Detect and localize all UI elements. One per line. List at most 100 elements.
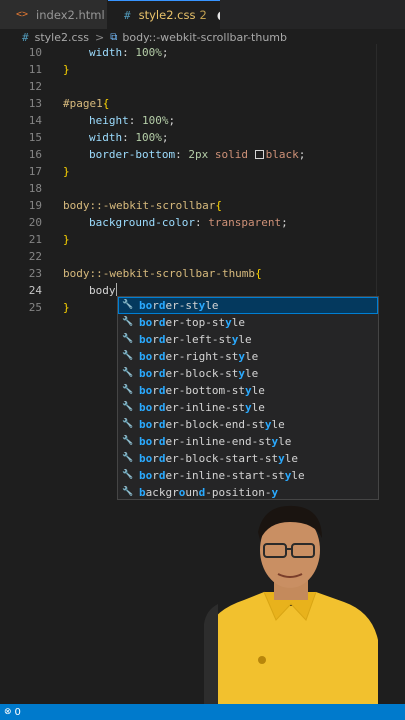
- line-number: 23: [28, 267, 42, 280]
- html-file-icon: <>: [16, 9, 29, 20]
- suggestion-label: border-bottom-style: [139, 384, 265, 397]
- suggestion-item[interactable]: 🔧 border-block-end-style: [118, 416, 378, 433]
- code-line[interactable]: 17}: [0, 163, 376, 180]
- code-token: ;: [281, 216, 288, 229]
- code-text: }: [63, 61, 70, 78]
- code-token: background-color: [89, 216, 195, 229]
- line-number: 18: [28, 182, 42, 195]
- code-token: solid: [214, 148, 248, 161]
- suggestion-item[interactable]: 🔧 background-position-y: [118, 484, 378, 499]
- line-number: 15: [28, 131, 42, 144]
- code-token: 100%: [135, 46, 162, 59]
- wrench-icon: 🔧: [122, 419, 134, 429]
- webcam-overlay-image: [204, 500, 378, 704]
- line-number: 14: [28, 114, 42, 127]
- suggestion-item[interactable]: 🔧 border-style: [118, 297, 378, 314]
- code-line[interactable]: 11}: [0, 61, 376, 78]
- code-token: body::-webkit-scrollbar-thumb: [63, 267, 256, 280]
- tab-index2-html[interactable]: <> index2.html: [0, 0, 108, 29]
- code-line[interactable]: 15 width: 100%;: [0, 129, 376, 146]
- suggestion-item[interactable]: 🔧 border-inline-style: [118, 399, 378, 416]
- suggestion-label: border-block-end-style: [139, 418, 285, 431]
- suggestion-item[interactable]: 🔧 border-bottom-style: [118, 382, 378, 399]
- code-token: }: [63, 165, 70, 178]
- wrench-icon: 🔧: [122, 487, 134, 497]
- suggestion-item[interactable]: 🔧 border-left-style: [118, 331, 378, 348]
- code-token: }: [63, 233, 70, 246]
- code-line[interactable]: 16 border-bottom: 2px solid black;: [0, 146, 376, 163]
- css-file-icon: #: [124, 8, 131, 22]
- color-swatch-icon[interactable]: [254, 150, 264, 159]
- code-line[interactable]: 13 #page1{: [0, 95, 376, 112]
- suggestion-item[interactable]: 🔧 border-inline-start-style: [118, 467, 378, 484]
- line-number: 19: [28, 199, 42, 212]
- breadcrumb-symbol[interactable]: body::-webkit-scrollbar-thumb: [122, 31, 287, 44]
- tab-label: index2.html: [36, 7, 105, 22]
- code-line[interactable]: 23 body::-webkit-scrollbar-thumb{: [0, 265, 376, 282]
- code-token: :: [128, 114, 142, 127]
- autocomplete-suggestions[interactable]: 🔧 border-style 🔧 border-top-style 🔧 border-le…: [117, 296, 379, 500]
- code-token: {: [102, 97, 110, 110]
- tab-label: style2.css: [138, 8, 196, 22]
- code-line[interactable]: 14 height: 100%;: [0, 112, 376, 129]
- suggestion-item[interactable]: 🔧 border-block-style: [118, 365, 378, 382]
- suggestion-label: border-right-style: [139, 350, 259, 363]
- code-text: width: 100%;: [63, 129, 169, 146]
- line-number: 22: [28, 250, 42, 263]
- code-token: ;: [168, 114, 176, 127]
- code-token: 100%: [135, 131, 162, 144]
- code-line[interactable]: 19 body::-webkit-scrollbar{: [0, 197, 376, 214]
- code-token: #page1: [63, 97, 103, 110]
- code-text: }: [63, 163, 70, 180]
- line-number: 13: [28, 97, 42, 110]
- code-line[interactable]: 18: [0, 180, 376, 197]
- wrench-icon: 🔧: [122, 317, 134, 327]
- line-number: 21: [28, 233, 42, 246]
- code-token: width: [89, 131, 123, 144]
- suggestion-label: background-position-y: [139, 486, 279, 499]
- wrench-icon: 🔧: [122, 368, 134, 378]
- code-token: :: [122, 46, 136, 59]
- suggestion-label: border-inline-style: [139, 401, 265, 414]
- minimap-strip[interactable]: [376, 44, 405, 704]
- error-icon[interactable]: ⊗: [4, 707, 12, 717]
- code-token: :: [194, 216, 209, 229]
- code-token: height: [89, 114, 129, 127]
- code-text: body::-webkit-scrollbar-thumb{: [63, 265, 262, 282]
- error-count[interactable]: 0: [15, 707, 21, 718]
- chevron-right-icon: >: [95, 31, 105, 44]
- code-token: body: [89, 284, 116, 297]
- suggestion-item[interactable]: 🔧 border-right-style: [118, 348, 378, 365]
- code-line[interactable]: 20 background-color: transparent;: [0, 214, 376, 231]
- code-line[interactable]: 22: [0, 248, 376, 265]
- breadcrumb-file[interactable]: style2.css: [35, 31, 89, 44]
- status-bar: ⊗ 0: [0, 704, 405, 720]
- suggestion-label: border-block-start-style: [139, 452, 298, 465]
- line-number: 25: [28, 301, 42, 314]
- suggestion-item[interactable]: 🔧 border-inline-end-style: [118, 433, 378, 450]
- code-text: border-bottom: 2px solid black;: [63, 146, 305, 163]
- code-line[interactable]: 10 width: 100%;: [0, 44, 376, 61]
- code-token: }: [63, 301, 70, 314]
- code-text: }: [63, 299, 70, 316]
- code-token: width: [89, 46, 123, 59]
- suggestion-item[interactable]: 🔧 border-top-style: [118, 314, 378, 331]
- line-number: 20: [28, 216, 42, 229]
- line-number: 11: [28, 63, 42, 76]
- code-text: width: 100%;: [63, 44, 169, 61]
- wrench-icon: 🔧: [122, 334, 134, 344]
- code-text: body::-webkit-scrollbar{: [63, 197, 222, 214]
- code-token: }: [63, 63, 70, 76]
- wrench-icon: 🔧: [122, 436, 134, 446]
- code-line[interactable]: 21}: [0, 231, 376, 248]
- text-cursor: [115, 283, 117, 296]
- suggestion-item[interactable]: 🔧 border-block-start-style: [118, 450, 378, 467]
- code-line[interactable]: 12: [0, 78, 376, 95]
- tab-style2-css[interactable]: # style2.css 2 ●: [108, 0, 227, 29]
- tab-bar: <> index2.html # style2.css 2 ●: [0, 0, 405, 29]
- wrench-icon: 🔧: [122, 402, 134, 412]
- code-token: border-bottom: [89, 148, 176, 161]
- code-text: body: [63, 282, 117, 299]
- code-text: background-color: transparent;: [63, 214, 288, 231]
